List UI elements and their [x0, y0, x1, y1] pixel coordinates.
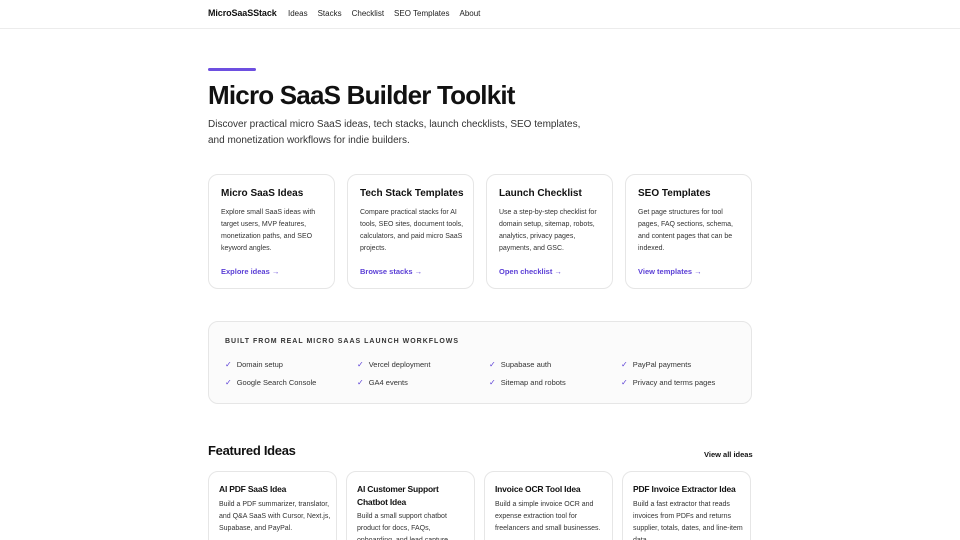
- featured-idea-description: Build a simple invoice OCR and expense e…: [495, 501, 601, 532]
- featured-idea-description: Build a fast extractor that reads invoic…: [633, 501, 743, 540]
- card-description: Compare practical stacks for AI tools, S…: [360, 209, 464, 252]
- card-title: Launch Checklist: [499, 188, 582, 199]
- card-description: Use a step-by-step checklist for domain …: [499, 209, 597, 252]
- explore-ideas-link[interactable]: Explore ideas →: [221, 267, 279, 276]
- hero-accent-bar: [208, 68, 256, 71]
- card-seo-templates: SEO Templates Get page structures for to…: [625, 174, 752, 289]
- workflow-item: ✓ GA4 events: [357, 378, 408, 387]
- card-tech-stack-templates: Tech Stack Templates Compare practical s…: [347, 174, 474, 289]
- check-icon: ✓: [225, 378, 232, 387]
- nav-link-stacks[interactable]: Stacks: [318, 9, 342, 18]
- open-checklist-link[interactable]: Open checklist →: [499, 267, 562, 276]
- nav-link-seo-templates[interactable]: SEO Templates: [394, 9, 449, 18]
- nav-links: Ideas Stacks Checklist SEO Templates Abo…: [288, 9, 480, 18]
- workflow-item: ✓ Domain setup: [225, 360, 283, 369]
- featured-idea-card[interactable]: AI PDF SaaS Idea Build a PDF summarizer,…: [208, 471, 337, 540]
- featured-idea-title: Invoice OCR Tool Idea: [495, 484, 581, 494]
- workflow-item: ✓ Privacy and terms pages: [621, 378, 715, 387]
- featured-ideas-heading: Featured Ideas: [208, 443, 296, 458]
- workflows-panel: BUILT FROM REAL MICRO SAAS LAUNCH WORKFL…: [208, 321, 752, 404]
- browse-stacks-link[interactable]: Browse stacks →: [360, 267, 422, 276]
- workflow-item: ✓ Sitemap and robots: [489, 378, 566, 387]
- featured-idea-title: AI PDF SaaS Idea: [219, 484, 287, 494]
- workflow-item: ✓ Vercel deployment: [357, 360, 430, 369]
- check-icon: ✓: [621, 360, 628, 369]
- featured-idea-card[interactable]: AI Customer Support Chatbot Idea Build a…: [346, 471, 475, 540]
- check-icon: ✓: [225, 360, 232, 369]
- workflow-item: ✓ Google Search Console: [225, 378, 316, 387]
- card-title: Tech Stack Templates: [360, 188, 464, 199]
- check-icon: ✓: [489, 360, 496, 369]
- view-all-ideas-link[interactable]: View all ideas: [704, 450, 753, 459]
- featured-idea-card[interactable]: PDF Invoice Extractor Idea Build a fast …: [622, 471, 751, 540]
- nav-link-about[interactable]: About: [459, 9, 480, 18]
- card-title: Micro SaaS Ideas: [221, 188, 304, 199]
- brand-logo[interactable]: MicroSaaSStack: [208, 8, 277, 18]
- hero-subtitle: Discover practical micro SaaS ideas, tec…: [208, 119, 581, 146]
- workflow-item-label: Domain setup: [236, 360, 283, 369]
- workflow-item-label: GA4 events: [368, 378, 408, 387]
- workflow-item: ✓ PayPal payments: [621, 360, 691, 369]
- check-icon: ✓: [489, 378, 496, 387]
- workflow-item-label: Google Search Console: [236, 378, 317, 387]
- page-title: Micro SaaS Builder Toolkit: [208, 80, 515, 110]
- card-launch-checklist: Launch Checklist Use a step-by-step chec…: [486, 174, 613, 289]
- workflow-item: ✓ Supabase auth: [489, 360, 551, 369]
- featured-idea-title: PDF Invoice Extractor Idea: [633, 484, 736, 494]
- workflows-title: BUILT FROM REAL MICRO SAAS LAUNCH WORKFL…: [225, 338, 460, 345]
- card-description: Get page structures for tool pages, FAQ …: [638, 209, 733, 252]
- check-icon: ✓: [357, 378, 364, 387]
- check-icon: ✓: [621, 378, 628, 387]
- workflow-item-label: Sitemap and robots: [500, 378, 566, 387]
- check-icon: ✓: [357, 360, 364, 369]
- featured-idea-card[interactable]: Invoice OCR Tool Idea Build a simple inv…: [484, 471, 613, 540]
- workflow-item-label: Vercel deployment: [368, 360, 431, 369]
- featured-idea-description: Build a PDF summarizer, translator, and …: [219, 501, 331, 532]
- top-nav: MicroSaaSStack Ideas Stacks Checklist SE…: [0, 0, 960, 29]
- featured-idea-title: AI Customer Support Chatbot Idea: [357, 484, 439, 507]
- view-templates-link[interactable]: View templates →: [638, 267, 702, 276]
- card-micro-saas-ideas: Micro SaaS Ideas Explore small SaaS idea…: [208, 174, 335, 289]
- featured-idea-description: Build a small support chatbot product fo…: [357, 513, 450, 540]
- nav-link-ideas[interactable]: Ideas: [288, 9, 308, 18]
- card-description: Explore small SaaS ideas with target use…: [221, 209, 316, 252]
- nav-link-checklist[interactable]: Checklist: [352, 9, 384, 18]
- card-title: SEO Templates: [638, 188, 711, 199]
- workflow-item-label: PayPal payments: [632, 360, 692, 369]
- workflow-item-label: Supabase auth: [500, 360, 552, 369]
- workflow-item-label: Privacy and terms pages: [632, 378, 716, 387]
